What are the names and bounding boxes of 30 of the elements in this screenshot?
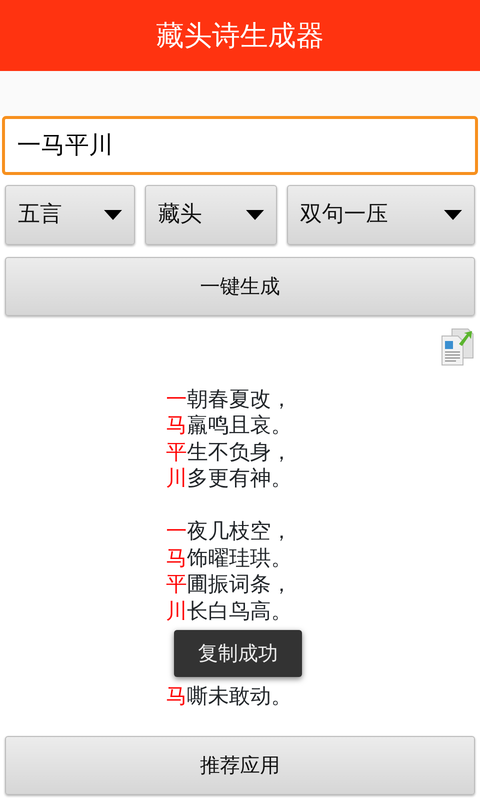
- copy-icon[interactable]: [440, 328, 474, 366]
- acrostic-character: 平: [166, 440, 187, 464]
- verse-text: 羸鸣且哀。: [187, 413, 292, 438]
- caret-icon: [444, 210, 462, 220]
- acrostic-character: 马: [166, 684, 187, 708]
- verse-text: 饰曜珪珙。: [187, 546, 292, 570]
- acrostic-character: 平: [166, 572, 187, 596]
- acrostic-character: 川: [166, 466, 187, 490]
- acrostic-character: 一: [166, 519, 187, 544]
- acrostic-character: 一: [166, 386, 187, 411]
- verse-text: 多更有神。: [187, 466, 292, 490]
- verse-text: 朝春夏改，: [187, 386, 292, 411]
- dropdown-spinner[interactable]: 双句一压: [287, 184, 475, 245]
- verse-text: 嘶未敢动。: [187, 684, 292, 708]
- verse-text: 夜几枝空，: [187, 519, 292, 544]
- verse-text: 圃振词条，: [187, 572, 292, 596]
- app-title: 藏头诗生成器: [156, 18, 324, 54]
- caret-icon: [246, 210, 264, 220]
- text-input-field[interactable]: 一马平川: [2, 116, 478, 175]
- acrostic-character: 马: [166, 413, 187, 438]
- caret-icon: [104, 210, 122, 220]
- acrostic-character: 川: [166, 598, 187, 623]
- verse-text: 生不负身，: [187, 440, 292, 464]
- generate-button[interactable]: 一键生成: [5, 256, 475, 316]
- verse-text: 长白鸟高。: [187, 598, 292, 623]
- toast-message: 复制成功: [174, 630, 302, 677]
- dropdown-spinner[interactable]: 藏头: [145, 184, 277, 245]
- acrostic-character: 马: [166, 546, 187, 570]
- recommend-apps-button[interactable]: 推荐应用: [5, 736, 475, 796]
- dropdown-spinner[interactable]: 五言: [5, 184, 135, 245]
